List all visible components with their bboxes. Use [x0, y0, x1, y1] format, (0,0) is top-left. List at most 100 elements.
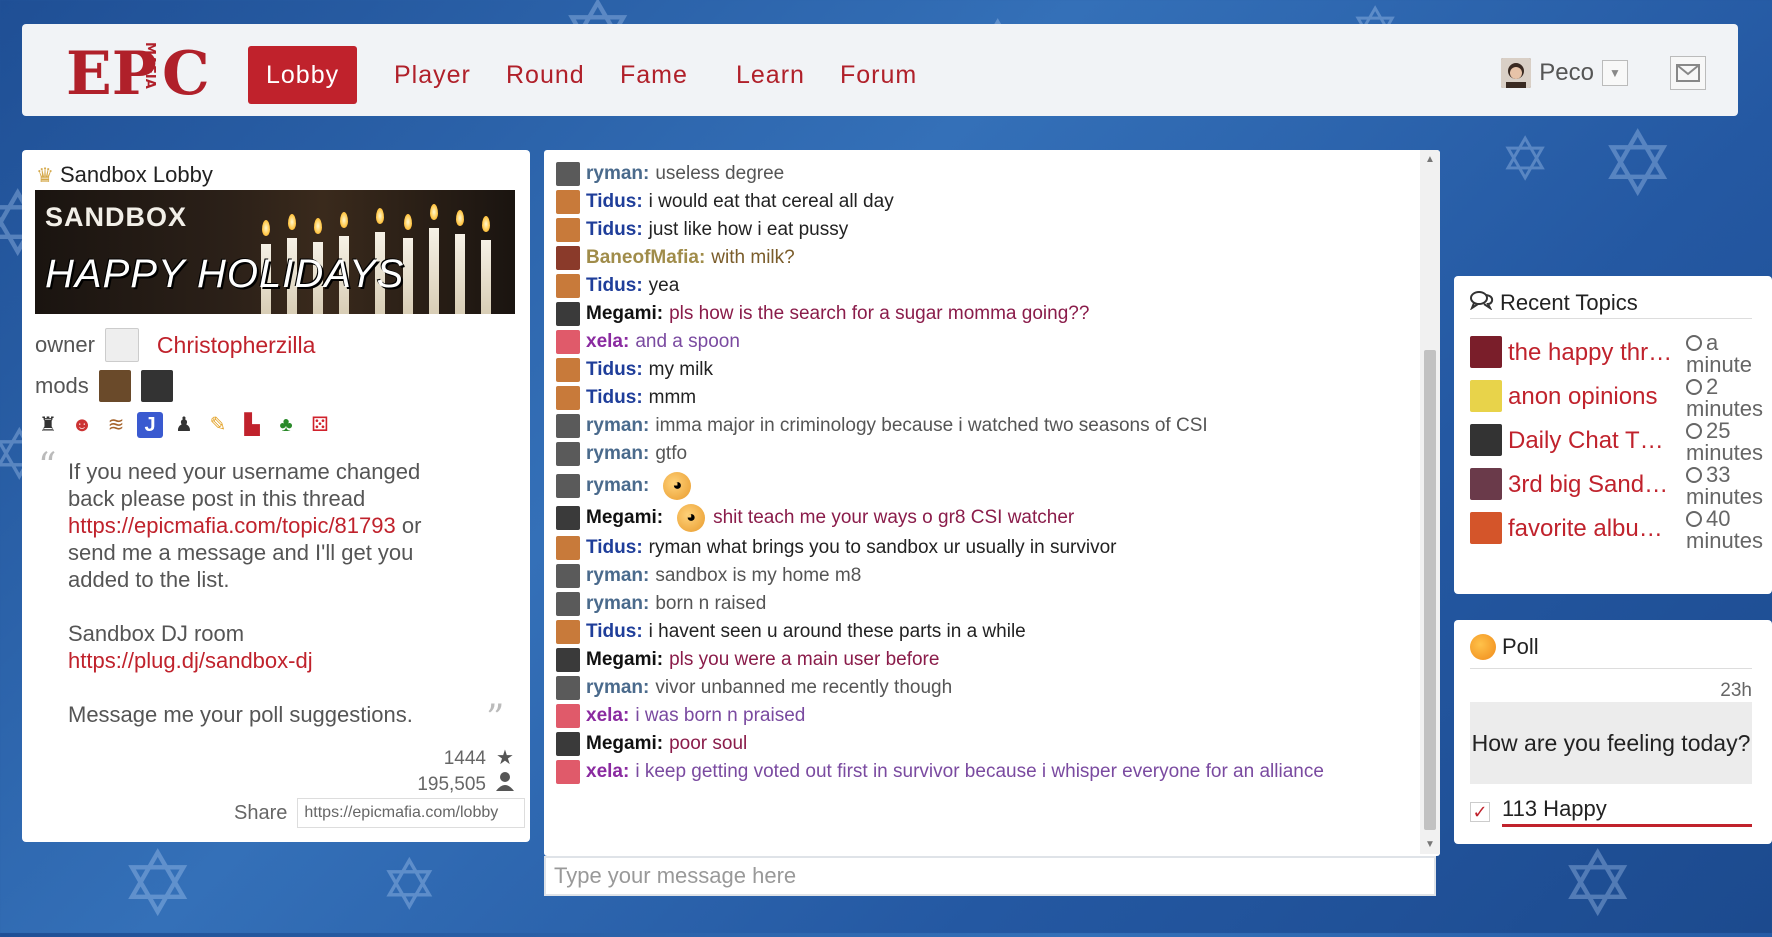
- topic-avatar[interactable]: [1470, 336, 1502, 368]
- chat-username[interactable]: Megami: [586, 733, 657, 755]
- epicmafia-logo[interactable]: EP MAFIA C: [66, 38, 216, 109]
- chat-username[interactable]: Tidus: [586, 621, 636, 643]
- chat-user-avatar[interactable]: [556, 386, 580, 410]
- chat-message: Tidus: ryman what brings you to sandbox u…: [556, 536, 1117, 560]
- chat-user-avatar[interactable]: [556, 246, 580, 270]
- chat-user-avatar[interactable]: [556, 536, 580, 560]
- chat-scrollbar[interactable]: ▲ ▼: [1420, 150, 1440, 854]
- topic-link[interactable]: https://epicmafia.com/topic/81793: [68, 513, 396, 538]
- scroll-down-icon[interactable]: ▼: [1424, 839, 1436, 850]
- mod-avatar[interactable]: [98, 370, 131, 402]
- topic-time: 40 minutes: [1686, 508, 1763, 554]
- poll-panel: Poll 23h How are you feeling today? ✓ 11…: [1454, 620, 1772, 844]
- chat-username[interactable]: xela: [586, 331, 623, 353]
- nav-learn[interactable]: Learn: [718, 46, 823, 104]
- chat-username[interactable]: Tidus: [586, 359, 636, 381]
- chat-username[interactable]: xela: [586, 705, 623, 727]
- chat-username[interactable]: BaneofMafia: [586, 247, 699, 269]
- chat-username[interactable]: Tidus: [586, 537, 636, 559]
- nav-round[interactable]: Round: [488, 46, 603, 104]
- checkmark-icon[interactable]: ✓: [1470, 801, 1490, 822]
- topic-title-link[interactable]: the happy thr…: [1508, 332, 1678, 378]
- topic-item[interactable]: favorite albu… 40 minutes: [1470, 508, 1766, 554]
- chat-user-avatar[interactable]: [556, 358, 580, 382]
- scroll-up-icon[interactable]: ▲: [1424, 154, 1436, 165]
- chat-user-avatar[interactable]: [556, 302, 580, 326]
- chat-username[interactable]: ryman: [586, 565, 643, 587]
- chat-username[interactable]: Tidus: [586, 191, 636, 213]
- topic-avatar[interactable]: [1470, 512, 1502, 544]
- chat-message-input[interactable]: Type your message here: [544, 856, 1436, 896]
- chat-user-avatar[interactable]: [556, 162, 580, 186]
- owner-avatar[interactable]: [104, 328, 139, 362]
- topic-item[interactable]: anon opinions 2 minutes: [1470, 376, 1766, 422]
- chat-user-avatar[interactable]: [556, 592, 580, 616]
- cake-icon: ≋: [107, 414, 125, 436]
- chat-message-text: i havent seen u around these parts in a …: [648, 621, 1026, 642]
- chat-username[interactable]: Megami: [586, 507, 657, 529]
- chat-user-avatar[interactable]: [556, 442, 580, 466]
- owner-name-link[interactable]: Christopherzilla: [157, 332, 316, 359]
- chat-message-text: just like how i eat pussy: [648, 219, 849, 240]
- scroll-thumb[interactable]: [1424, 350, 1436, 830]
- star-icon[interactable]: ★: [494, 746, 516, 771]
- topic-item[interactable]: the happy thr… a minute: [1470, 332, 1766, 378]
- chat-username[interactable]: ryman: [586, 475, 643, 497]
- username-label[interactable]: Peco: [1539, 59, 1594, 87]
- share-url-field[interactable]: https://epicmafia.com/lobby: [297, 798, 526, 828]
- chat-username[interactable]: ryman: [586, 677, 643, 699]
- topic-item[interactable]: Daily Chat T… 25 minutes: [1470, 420, 1766, 466]
- background-star-icon: ✡: [1500, 125, 1551, 195]
- chat-username[interactable]: Megami: [586, 649, 657, 671]
- user-avatar[interactable]: [1501, 58, 1532, 88]
- chat-username[interactable]: Tidus: [586, 275, 636, 297]
- user-menu[interactable]: Peco ▼: [1501, 58, 1628, 88]
- chat-user-avatar[interactable]: [556, 676, 580, 700]
- nav-lobby[interactable]: Lobby: [248, 46, 358, 104]
- plug-dj-link[interactable]: https://plug.dj/sandbox-dj: [68, 648, 313, 673]
- chat-user-avatar[interactable]: [556, 506, 580, 530]
- chat-user-avatar[interactable]: [556, 414, 580, 438]
- chat-username[interactable]: Tidus: [586, 387, 636, 409]
- topic-item[interactable]: 3rd big Sand… 33 minutes: [1470, 464, 1766, 510]
- owner-row: owner Christopherzilla: [35, 328, 315, 362]
- nav-forum[interactable]: Forum: [822, 46, 935, 104]
- nav-fame[interactable]: Fame: [602, 46, 706, 104]
- chat-username[interactable]: Tidus: [586, 219, 636, 241]
- chat-user-avatar[interactable]: [556, 648, 580, 672]
- topic-title-link[interactable]: 3rd big Sand…: [1508, 464, 1678, 510]
- topic-title-link[interactable]: Daily Chat T…: [1508, 420, 1678, 466]
- chat-username[interactable]: ryman: [586, 415, 643, 437]
- chat-user-avatar[interactable]: [556, 330, 580, 354]
- topic-title-link[interactable]: favorite albu…: [1508, 508, 1678, 554]
- chat-log[interactable]: ryman: useless degree Tidus: i would eat th…: [544, 150, 1420, 854]
- topic-avatar[interactable]: [1470, 380, 1502, 412]
- chat-user-avatar[interactable]: [556, 732, 580, 756]
- poll-time-remaining: 23h: [1720, 680, 1752, 701]
- chat-user-avatar[interactable]: [556, 474, 580, 498]
- topic-avatar[interactable]: [1470, 424, 1502, 456]
- chat-user-avatar[interactable]: [556, 620, 580, 644]
- chat-username[interactable]: ryman: [586, 163, 643, 185]
- chat-message-text: imma major in criminology because i watc…: [655, 415, 1208, 436]
- mod-avatar[interactable]: [140, 370, 173, 402]
- members-count: 195,505: [417, 774, 486, 795]
- chat-user-avatar[interactable]: [556, 218, 580, 242]
- chat-user-avatar[interactable]: [556, 274, 580, 298]
- topic-avatar[interactable]: [1470, 468, 1502, 500]
- chat-username[interactable]: xela: [586, 761, 623, 783]
- chat-user-avatar[interactable]: [556, 704, 580, 728]
- detective-icon: ♜: [39, 414, 57, 436]
- chat-user-avatar[interactable]: [556, 760, 580, 784]
- topic-title-link[interactable]: anon opinions: [1508, 376, 1678, 422]
- chat-username[interactable]: Megami: [586, 303, 657, 325]
- chat-user-avatar[interactable]: [556, 190, 580, 214]
- chat-username[interactable]: ryman: [586, 593, 643, 615]
- chat-user-avatar[interactable]: [556, 564, 580, 588]
- nav-player[interactable]: Player: [376, 46, 489, 104]
- poll-option[interactable]: ✓ 113 Happy: [1470, 796, 1752, 827]
- caret-down-icon[interactable]: ▼: [1602, 60, 1628, 86]
- envelope-icon[interactable]: [1670, 56, 1706, 90]
- chat-username[interactable]: ryman: [586, 443, 643, 465]
- poll-option-label[interactable]: 113 Happy: [1502, 796, 1752, 827]
